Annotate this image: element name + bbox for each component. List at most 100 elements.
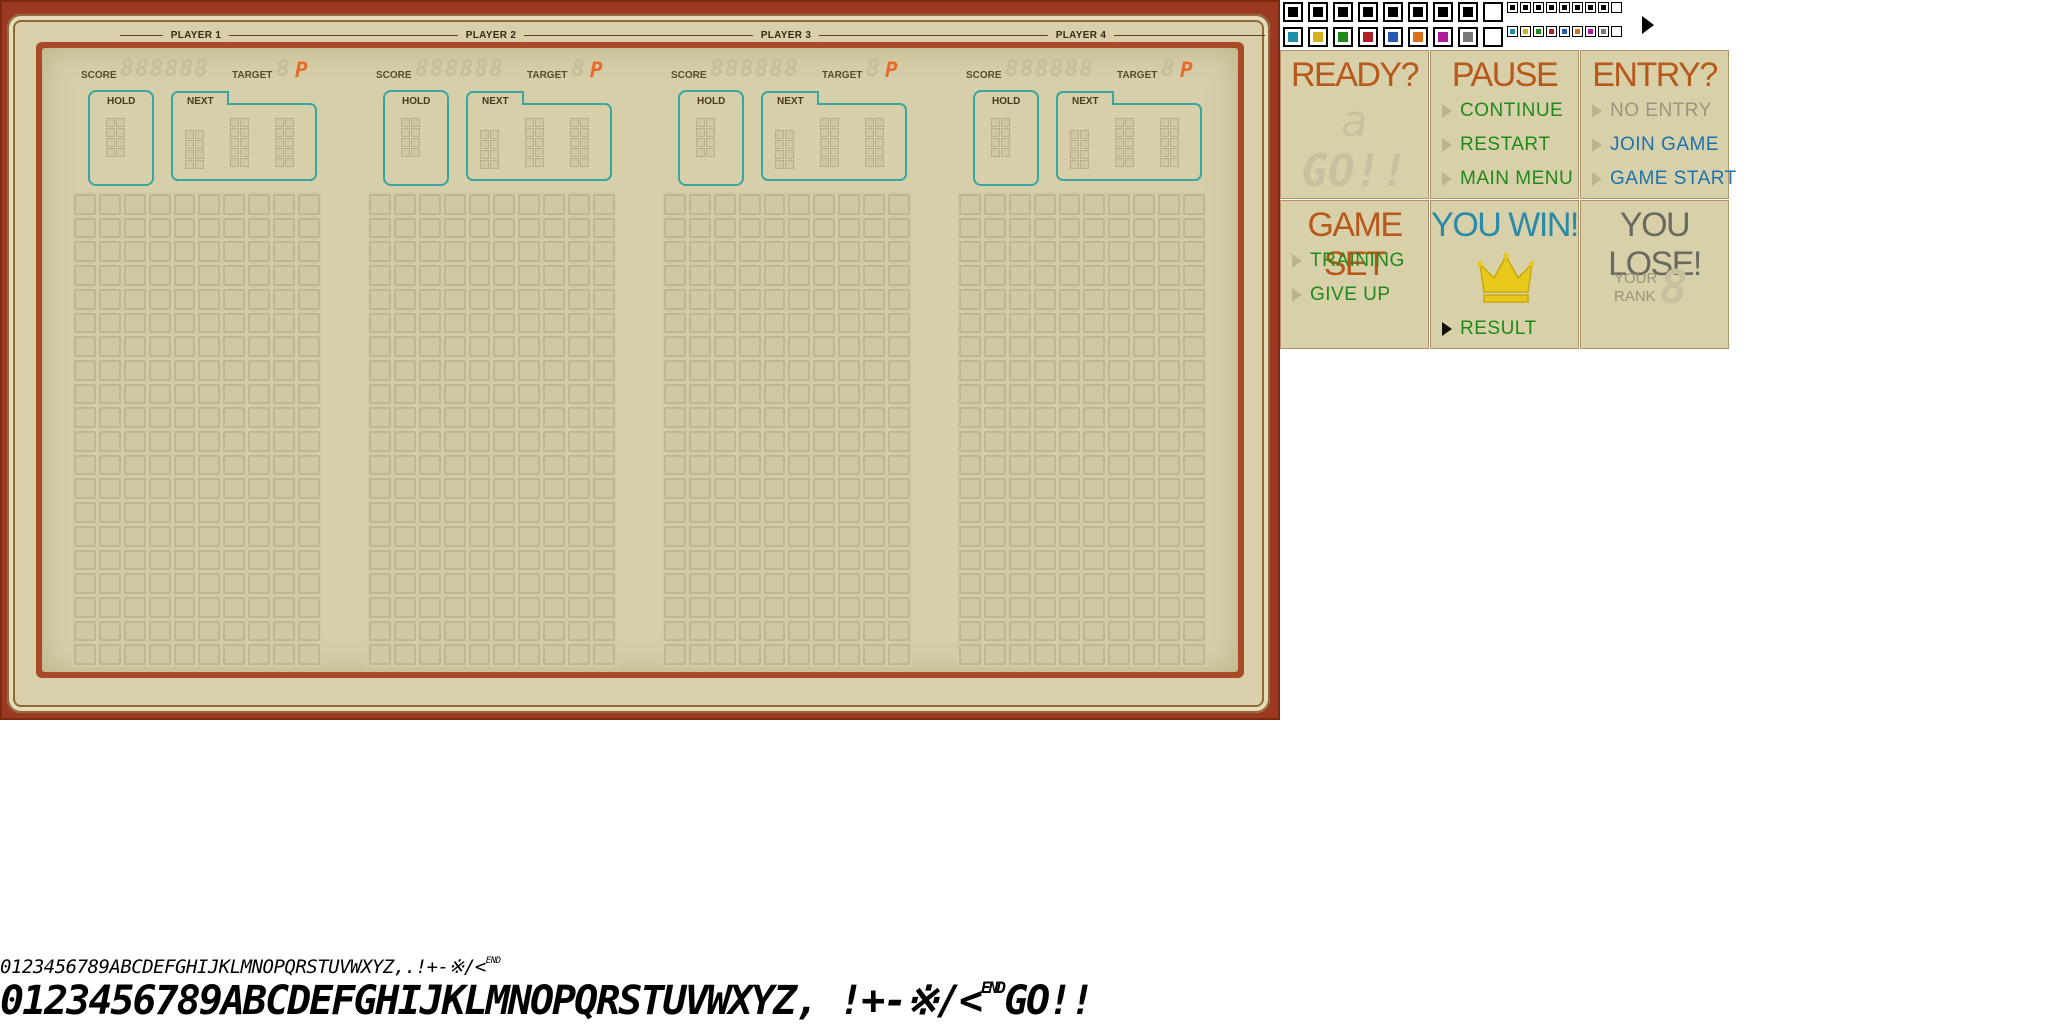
field-cell — [123, 194, 146, 215]
give-up-option[interactable]: GIVE UP — [1292, 284, 1391, 306]
result-label: RESULT — [1460, 318, 1537, 339]
field-cell — [418, 407, 441, 428]
field-cell — [713, 241, 736, 263]
field-cell — [1008, 359, 1031, 381]
field-cell — [1083, 431, 1106, 452]
field-cell — [888, 194, 910, 215]
field-cell — [593, 312, 615, 334]
field-cell — [983, 620, 1006, 642]
game-start-label: GAME START — [1610, 168, 1737, 189]
field-cell — [1058, 241, 1081, 263]
field-cell — [1158, 596, 1181, 618]
field-cell — [1008, 407, 1031, 428]
field-cell — [738, 549, 761, 571]
field-cell — [468, 525, 491, 547]
field-cell — [863, 383, 886, 405]
field-cell — [98, 359, 121, 381]
field-cell — [1083, 478, 1106, 500]
field-cell — [298, 644, 320, 665]
field-cell — [763, 312, 786, 334]
field-cell — [393, 549, 416, 571]
field-cell — [493, 217, 516, 239]
field-cell — [1033, 502, 1056, 523]
field-cell — [738, 620, 761, 642]
restart-option[interactable]: RESTART — [1442, 134, 1550, 156]
swatch-fill — [1562, 5, 1567, 10]
field-cell — [593, 241, 615, 263]
small-font-end-glyph: END — [485, 956, 501, 966]
field-cell — [713, 288, 736, 310]
option-arrow-icon — [1442, 137, 1452, 152]
field-cell — [593, 454, 615, 476]
field-cell — [568, 407, 591, 428]
field-cell — [1108, 549, 1131, 571]
field-cell — [593, 288, 615, 310]
field-cell — [543, 217, 566, 239]
field-cell — [1058, 359, 1081, 381]
field-cell — [1108, 644, 1131, 665]
small-swatch-color-8 — [1598, 26, 1609, 37]
field-cell — [738, 644, 761, 665]
training-option[interactable]: TRAINING — [1292, 250, 1405, 272]
target-digit: 8 — [1161, 56, 1175, 82]
option-arrow-icon — [1292, 287, 1302, 302]
target-label: TARGET — [1117, 70, 1158, 81]
field-cell — [838, 644, 861, 665]
field-cell — [738, 288, 761, 310]
field-cell — [813, 596, 836, 618]
field-cell — [248, 502, 271, 523]
score-display: 888888 — [1005, 56, 1095, 82]
swatch-color-5 — [1383, 27, 1403, 47]
field-cell — [1108, 217, 1131, 239]
small-swatch-black-3 — [1533, 2, 1544, 13]
field-cell — [1083, 549, 1106, 571]
field-cell — [518, 454, 541, 476]
mini-cell — [195, 150, 204, 159]
mini-cell — [1070, 140, 1079, 149]
field-cell — [1183, 407, 1205, 428]
mini-cell — [830, 128, 839, 137]
field-cell — [248, 359, 271, 381]
result-option[interactable]: RESULT — [1442, 318, 1537, 340]
field-cell — [543, 241, 566, 263]
field-cell — [443, 431, 466, 452]
field-cell — [738, 217, 761, 239]
field-cell — [983, 359, 1006, 381]
field-cell — [393, 478, 416, 500]
field-cell — [738, 359, 761, 381]
field-cell — [568, 336, 591, 357]
option-arrow-icon — [1592, 171, 1602, 186]
field-cell — [298, 194, 320, 215]
game-start-option[interactable]: GAME START — [1592, 168, 1737, 190]
mini-cell — [820, 118, 829, 127]
field-cell — [543, 502, 566, 523]
mini-cell — [285, 148, 294, 157]
join-game-option[interactable]: JOIN GAME — [1592, 134, 1719, 156]
field-cell — [468, 288, 491, 310]
field-cell — [838, 596, 861, 618]
mini-cell — [1160, 138, 1169, 147]
field-cell — [1183, 644, 1205, 665]
field-cell — [518, 359, 541, 381]
field-cell — [369, 502, 391, 523]
continue-option[interactable]: CONTINUE — [1442, 100, 1563, 122]
field-cell — [1133, 478, 1156, 500]
main-menu-option[interactable]: MAIN MENU — [1442, 168, 1573, 190]
field-cell — [1083, 502, 1106, 523]
mini-cell — [535, 128, 544, 137]
no-entry-option[interactable]: NO ENTRY — [1592, 100, 1712, 122]
field-cell — [518, 620, 541, 642]
field-cell — [738, 312, 761, 334]
field-cell — [838, 454, 861, 476]
field-cell — [959, 596, 981, 618]
field-cell — [838, 217, 861, 239]
mini-cell — [820, 138, 829, 147]
mini-cell — [1070, 160, 1079, 169]
mini-cell — [580, 128, 589, 137]
field-cell — [518, 383, 541, 405]
field-cell — [148, 454, 171, 476]
small-swatch-color-7 — [1585, 26, 1596, 37]
score-label: SCORE — [81, 70, 117, 81]
field-cell — [98, 312, 121, 334]
next-piece-preview-2 — [525, 118, 544, 167]
